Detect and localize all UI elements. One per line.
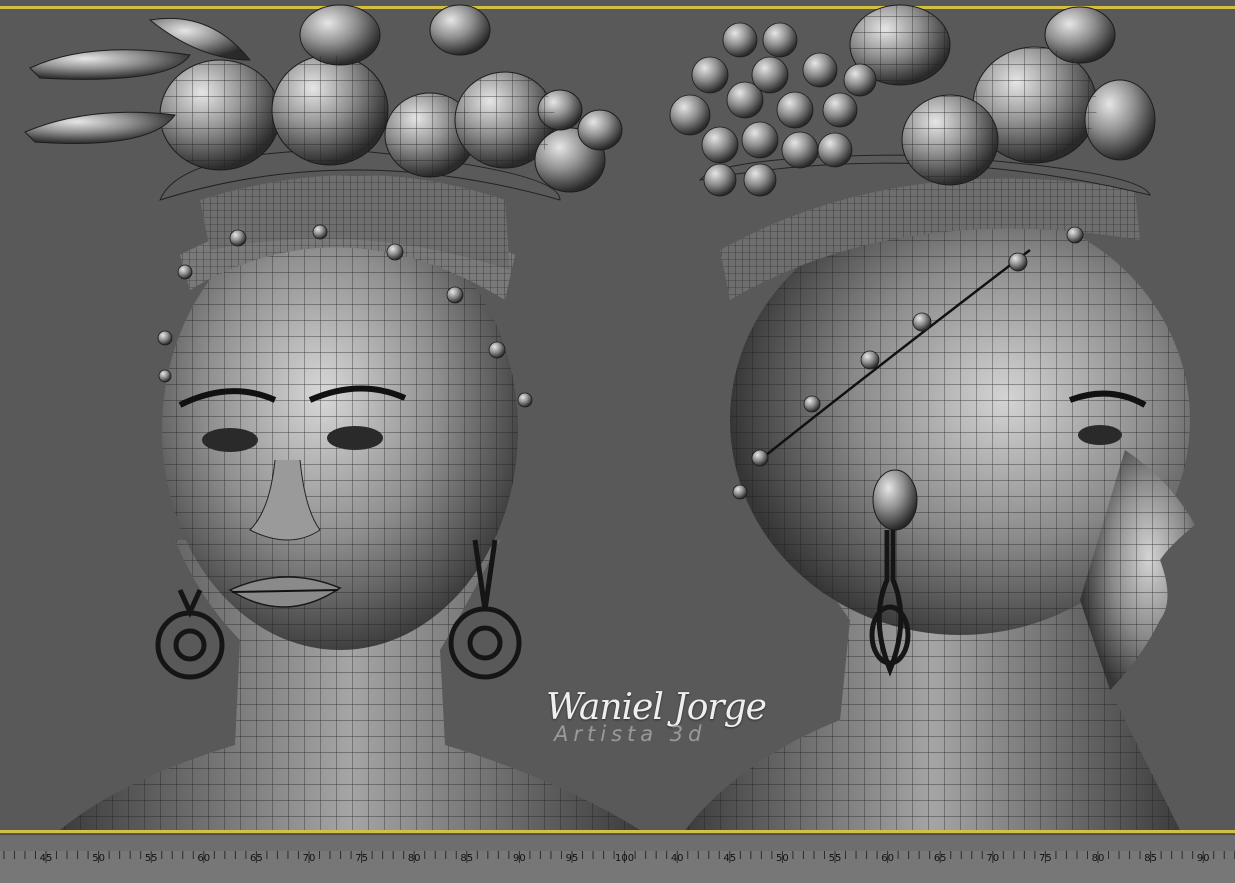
timeline-frame-label: 85 xyxy=(1144,853,1157,864)
timeline-frame-label: 75 xyxy=(355,853,368,864)
timeline-frame-label: 55 xyxy=(828,853,842,864)
timeline-frame-label: 90 xyxy=(513,853,526,864)
timeline-frame-label: 85 xyxy=(460,853,474,864)
bust-front-view xyxy=(24,4,640,830)
viewport-3d[interactable]: Waniel Jorge Artista 3d xyxy=(0,0,1235,834)
scene-render xyxy=(24,4,1195,830)
timeline-track[interactable]: 45 50 55 60 65 70 75 80 85 90 95 100 40 45 50 55 60 65 70 7… xyxy=(0,851,1235,883)
timeline-frame-label: 50 xyxy=(92,853,105,864)
timeline-frame-label: 50 xyxy=(776,853,789,864)
timeline-frame-label: 70 xyxy=(986,853,1000,864)
bust-profile-view xyxy=(669,4,1195,830)
app-window: Waniel Jorge Artista 3d 45 50 55 60 65 70 75 80… xyxy=(0,0,1235,883)
timeline-frame-label: 75 xyxy=(1039,853,1052,864)
timeline-frame-label: 100 xyxy=(615,853,635,864)
timeline-frame-label: 45 xyxy=(723,853,737,864)
viewport-active-border-bottom xyxy=(0,830,1235,833)
timeline-frame-label: 65 xyxy=(933,853,947,864)
timeline-frame-label: 60 xyxy=(197,853,211,864)
timeline-frame-label: 90 xyxy=(1196,853,1210,864)
timeline-frame-label: 70 xyxy=(302,853,316,864)
timeline-frame-label: 80 xyxy=(1091,853,1105,864)
timeline-frame-label: 40 xyxy=(670,853,684,864)
timeline-frame-label: 45 xyxy=(39,853,53,864)
timeline-frame-label: 80 xyxy=(407,853,421,864)
timeline-ruler[interactable]: 45 50 55 60 65 70 75 80 85 90 95 100 40 45 50 55 60 65 70 7… xyxy=(0,834,1235,883)
timeline-frame-label: 55 xyxy=(144,853,158,864)
timeline-frame-label: 65 xyxy=(250,853,263,864)
timeline-frame-label: 60 xyxy=(881,853,894,864)
timeline-frame-label: 95 xyxy=(565,853,579,864)
